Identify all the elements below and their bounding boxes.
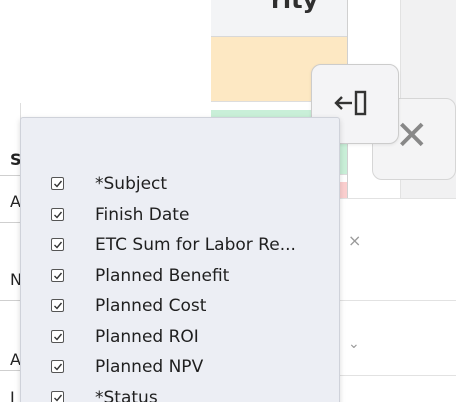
- checkbox[interactable]: [51, 299, 64, 312]
- column-option-label: Planned NPV: [95, 357, 204, 377]
- column-option[interactable]: Planned Benefit: [21, 265, 339, 289]
- row-divider: [340, 375, 456, 376]
- column-option-label: Finish Date: [95, 204, 190, 225]
- column-option-label: Planned Cost: [95, 296, 207, 316]
- checkbox[interactable]: [51, 360, 64, 373]
- row-divider: [0, 370, 20, 371]
- column-option[interactable]: ETC Sum for Labor Re...: [21, 234, 339, 258]
- row-divider: [0, 222, 20, 223]
- row-divider: [0, 300, 20, 301]
- column-option[interactable]: Planned ROI: [21, 326, 339, 350]
- checkmark-icon: [54, 180, 63, 188]
- checkbox[interactable]: [51, 207, 64, 221]
- row-chevron-icon[interactable]: ⌄: [348, 336, 360, 352]
- collapse-panel-icon: [334, 90, 367, 116]
- checkmark-icon: [54, 302, 63, 310]
- row-divider: [340, 198, 456, 199]
- checkmark-icon: [54, 211, 63, 219]
- row-divider: [340, 300, 456, 301]
- checkmark-icon: [54, 394, 63, 402]
- priority-column-header-label: rity: [271, 0, 319, 14]
- checkbox[interactable]: [51, 329, 64, 343]
- column-option-label: *Subject: [95, 174, 168, 194]
- close-icon: ✕: [395, 113, 429, 159]
- checkmark-icon: [54, 363, 63, 371]
- column-option[interactable]: Finish Date: [21, 204, 339, 228]
- column-option[interactable]: *Status: [21, 387, 339, 402]
- column-option-label: Planned Benefit: [95, 265, 230, 286]
- column-option-label: *Status: [95, 387, 158, 402]
- checkbox[interactable]: [51, 390, 64, 402]
- row-divider: [0, 175, 20, 176]
- column-chooser-menu: *Subject Finish Date ETC Sum for Labor Re.…: [20, 117, 340, 402]
- checkbox[interactable]: [51, 268, 64, 282]
- column-option[interactable]: Planned NPV: [21, 356, 339, 380]
- column-option-label: Planned ROI: [95, 326, 199, 347]
- screen: rity ✕ S A N A I × ⌄ *Subject Finish Date…: [0, 0, 456, 402]
- checkmark-icon: [54, 333, 63, 341]
- column-option-label: ETC Sum for Labor Re...: [95, 235, 296, 255]
- row-close-icon[interactable]: ×: [348, 231, 361, 250]
- left-strip-text: I: [10, 388, 15, 402]
- checkmark-icon: [54, 272, 63, 280]
- column-option[interactable]: *Subject: [21, 173, 339, 197]
- priority-column-header[interactable]: rity: [211, 0, 347, 37]
- checkbox[interactable]: [51, 177, 64, 190]
- column-option[interactable]: Planned Cost: [21, 295, 339, 319]
- checkmark-icon: [54, 241, 63, 249]
- checkbox[interactable]: [51, 238, 64, 251]
